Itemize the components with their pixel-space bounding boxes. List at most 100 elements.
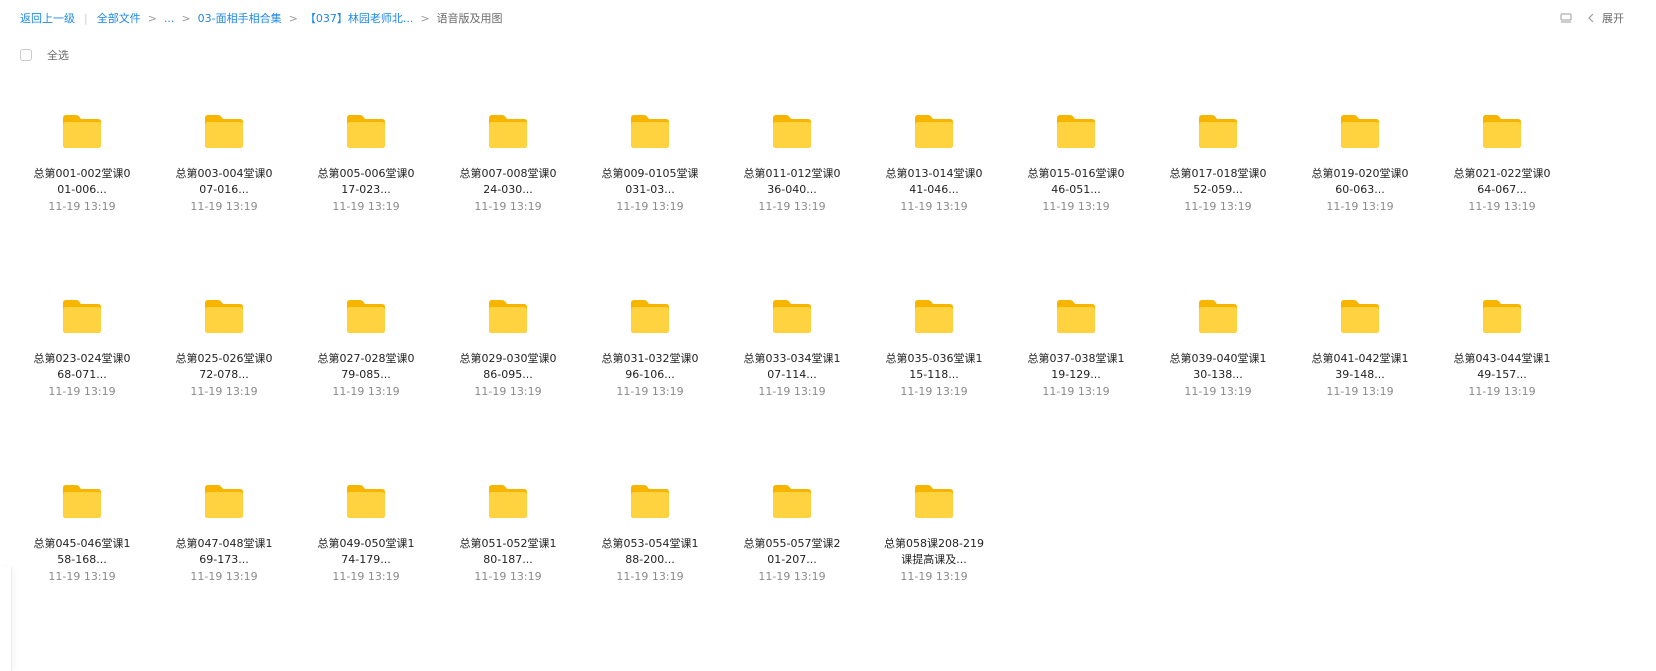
folder-date: 11-19 13:19: [616, 200, 684, 213]
folder-name: 总第025-026堂课072-078...: [175, 352, 273, 381]
folder-date: 11-19 13:19: [1326, 200, 1394, 213]
folder-item[interactable]: 总第019-020堂课060-063... 11-19 13:19: [1289, 100, 1431, 285]
folder-item[interactable]: 总第039-040堂课130-138... 11-19 13:19: [1147, 285, 1289, 470]
side-panel-edge: [0, 567, 12, 671]
folder-icon: [63, 115, 101, 148]
folder-icon: [205, 485, 243, 518]
folder-name: 总第055-057堂课201-207...: [743, 537, 841, 566]
breadcrumb-item-collection[interactable]: 03-面相手相合集: [198, 10, 282, 26]
folder-item[interactable]: 总第003-004堂课007-016... 11-19 13:19: [153, 100, 295, 285]
folder-item[interactable]: 总第043-044堂课149-157... 11-19 13:19: [1431, 285, 1573, 470]
back-link[interactable]: 返回上一级: [20, 10, 75, 26]
folder-item[interactable]: 总第021-022堂课064-067... 11-19 13:19: [1431, 100, 1573, 285]
folder-name: 总第005-006堂课017-023...: [317, 167, 415, 196]
folder-item[interactable]: 总第035-036堂课115-118... 11-19 13:19: [863, 285, 1005, 470]
folder-date: 11-19 13:19: [1042, 200, 1110, 213]
select-all-label: 全选: [47, 49, 69, 62]
folder-item[interactable]: 总第033-034堂课107-114... 11-19 13:19: [721, 285, 863, 470]
folder-icon: [63, 485, 101, 518]
breadcrumb-separator: >: [420, 11, 430, 25]
folder-item[interactable]: 总第025-026堂课072-078... 11-19 13:19: [153, 285, 295, 470]
folder-icon: [631, 115, 669, 148]
folder-name: 总第047-048堂课169-173...: [175, 537, 273, 566]
folder-date: 11-19 13:19: [900, 200, 968, 213]
folder-grid: 总第001-002堂课001-006... 11-19 13:19 总第003-…: [11, 100, 1656, 655]
folder-item[interactable]: 总第031-032堂课096-106... 11-19 13:19: [579, 285, 721, 470]
folder-date: 11-19 13:19: [190, 385, 258, 398]
chevron-left-icon: [1588, 13, 1594, 23]
expand-button[interactable]: 展开: [1588, 10, 1624, 26]
breadcrumb-item-ellipsis[interactable]: ...: [164, 12, 175, 25]
folder-name: 总第015-016堂课046-051...: [1027, 167, 1125, 196]
folder-name: 总第039-040堂课130-138...: [1169, 352, 1267, 381]
folder-name: 总第035-036堂课115-118...: [885, 352, 983, 381]
folder-icon: [1483, 115, 1521, 148]
folder-icon: [489, 115, 527, 148]
folder-name: 总第041-042堂课139-148...: [1311, 352, 1409, 381]
folder-icon: [489, 485, 527, 518]
folder-icon: [1483, 300, 1521, 333]
folder-date: 11-19 13:19: [1468, 385, 1536, 398]
folder-item[interactable]: 总第055-057堂课201-207... 11-19 13:19: [721, 470, 863, 655]
breadcrumb-item-course[interactable]: 【037】林园老师北...: [305, 10, 414, 26]
folder-icon: [347, 115, 385, 148]
breadcrumb-separator: >: [181, 11, 191, 25]
folder-item[interactable]: 总第007-008堂课024-030... 11-19 13:19: [437, 100, 579, 285]
folder-name: 总第009-0105堂课031-03...: [601, 167, 699, 196]
folder-date: 11-19 13:19: [332, 385, 400, 398]
breadcrumb-item-all-files[interactable]: 全部文件: [97, 10, 141, 26]
panel-toggle-icon[interactable]: [1560, 13, 1572, 23]
folder-icon: [773, 115, 811, 148]
folder-icon: [205, 115, 243, 148]
folder-icon: [1341, 115, 1379, 148]
folder-icon: [631, 300, 669, 333]
select-all: 全选: [20, 47, 69, 63]
folder-date: 11-19 13:19: [1326, 385, 1394, 398]
folder-icon: [205, 300, 243, 333]
folder-item[interactable]: 总第045-046堂课158-168... 11-19 13:19: [11, 470, 153, 655]
folder-item[interactable]: 总第015-016堂课046-051... 11-19 13:19: [1005, 100, 1147, 285]
folder-date: 11-19 13:19: [1184, 385, 1252, 398]
folder-item[interactable]: 总第027-028堂课079-085... 11-19 13:19: [295, 285, 437, 470]
folder-item[interactable]: 总第017-018堂课052-059... 11-19 13:19: [1147, 100, 1289, 285]
folder-name: 总第027-028堂课079-085...: [317, 352, 415, 381]
folder-name: 总第007-008堂课024-030...: [459, 167, 557, 196]
breadcrumb-current: 语音版及用图: [436, 12, 503, 25]
folder-date: 11-19 13:19: [190, 200, 258, 213]
folder-item[interactable]: 总第011-012堂课036-040... 11-19 13:19: [721, 100, 863, 285]
folder-icon: [63, 300, 101, 333]
folder-item[interactable]: 总第041-042堂课139-148... 11-19 13:19: [1289, 285, 1431, 470]
folder-icon: [1057, 300, 1095, 333]
folder-item[interactable]: 总第013-014堂课041-046... 11-19 13:19: [863, 100, 1005, 285]
folder-item[interactable]: 总第037-038堂课119-129... 11-19 13:19: [1005, 285, 1147, 470]
folder-item[interactable]: 总第053-054堂课188-200... 11-19 13:19: [579, 470, 721, 655]
folder-icon: [1341, 300, 1379, 333]
folder-icon: [915, 485, 953, 518]
folder-item[interactable]: 总第005-006堂课017-023... 11-19 13:19: [295, 100, 437, 285]
breadcrumb: 返回上一级 | 全部文件 > ... > 03-面相手相合集 > 【037】林园…: [20, 8, 503, 28]
folder-item[interactable]: 总第023-024堂课068-071... 11-19 13:19: [11, 285, 153, 470]
folder-name: 总第003-004堂课007-016...: [175, 167, 273, 196]
folder-icon: [631, 485, 669, 518]
folder-item[interactable]: 总第001-002堂课001-006... 11-19 13:19: [11, 100, 153, 285]
folder-item[interactable]: 总第009-0105堂课031-03... 11-19 13:19: [579, 100, 721, 285]
folder-date: 11-19 13:19: [758, 570, 826, 583]
folder-item[interactable]: 总第051-052堂课180-187... 11-19 13:19: [437, 470, 579, 655]
folder-name: 总第023-024堂课068-071...: [33, 352, 131, 381]
folder-date: 11-19 13:19: [1468, 200, 1536, 213]
breadcrumb-separator: >: [288, 11, 298, 25]
folder-date: 11-19 13:19: [758, 200, 826, 213]
folder-date: 11-19 13:19: [332, 200, 400, 213]
folder-icon: [347, 300, 385, 333]
folder-item[interactable]: 总第058课208-219课提高课及... 11-19 13:19: [863, 470, 1005, 655]
folder-name: 总第037-038堂课119-129...: [1027, 352, 1125, 381]
folder-icon: [347, 485, 385, 518]
folder-item[interactable]: 总第029-030堂课086-095... 11-19 13:19: [437, 285, 579, 470]
folder-name: 总第043-044堂课149-157...: [1453, 352, 1551, 381]
folder-item[interactable]: 总第049-050堂课174-179... 11-19 13:19: [295, 470, 437, 655]
folder-date: 11-19 13:19: [48, 385, 116, 398]
folder-item[interactable]: 总第047-048堂课169-173... 11-19 13:19: [153, 470, 295, 655]
select-all-checkbox[interactable]: [20, 49, 32, 61]
folder-icon: [915, 115, 953, 148]
folder-date: 11-19 13:19: [474, 570, 542, 583]
